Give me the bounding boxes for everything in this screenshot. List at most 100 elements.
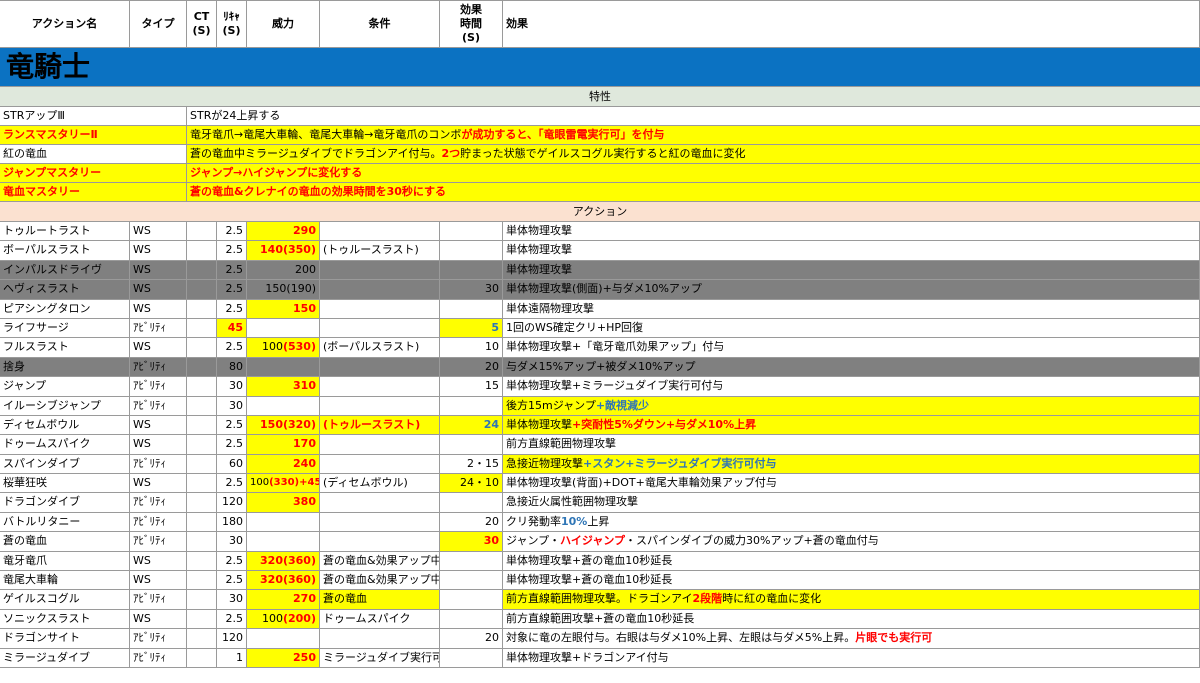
action-duration[interactable] <box>440 648 503 667</box>
action-type[interactable]: WS <box>130 280 187 299</box>
action-type[interactable]: WS <box>130 260 187 280</box>
action-duration[interactable]: 24・10 <box>440 474 503 493</box>
action-recast[interactable]: 60 <box>217 454 247 474</box>
action-recast[interactable]: 2.5 <box>217 280 247 299</box>
action-type[interactable]: WS <box>130 435 187 454</box>
action-recast[interactable]: 80 <box>217 357 247 377</box>
action-duration[interactable] <box>440 493 503 512</box>
action-type[interactable]: WS <box>130 222 187 241</box>
action-potency[interactable]: 290 <box>247 222 320 241</box>
action-name[interactable]: スパインダイブ <box>0 454 130 474</box>
action-ct[interactable] <box>187 454 217 474</box>
action-recast[interactable]: 30 <box>217 590 247 609</box>
action-name[interactable]: ディセムボウル <box>0 415 130 435</box>
action-condition[interactable] <box>320 357 440 377</box>
action-condition[interactable] <box>320 318 440 338</box>
action-effect[interactable]: 単体遠隔物理攻撃 <box>503 299 1200 318</box>
action-name[interactable]: ドラゴンダイブ <box>0 493 130 512</box>
action-condition[interactable] <box>320 260 440 280</box>
action-condition[interactable]: (ボーパルスラスト) <box>320 338 440 357</box>
action-name[interactable]: 竜尾大車輪 <box>0 571 130 590</box>
action-duration[interactable] <box>440 222 503 241</box>
action-potency[interactable] <box>247 396 320 415</box>
action-effect[interactable]: 与ダメ15%アップ+被ダメ10%アップ <box>503 357 1200 377</box>
action-type[interactable]: WS <box>130 474 187 493</box>
action-recast[interactable]: 30 <box>217 532 247 551</box>
action-type[interactable]: ｱﾋﾞﾘﾃｨ <box>130 512 187 532</box>
action-potency[interactable]: 100(530) <box>247 338 320 357</box>
action-effect[interactable]: 急接近物理攻撃+スタン+ミラージュダイブ実行可付与 <box>503 454 1200 474</box>
action-type[interactable]: ｱﾋﾞﾘﾃｨ <box>130 454 187 474</box>
trait-name[interactable]: ジャンプマスタリー <box>0 164 187 182</box>
action-potency[interactable]: 150 <box>247 299 320 318</box>
action-ct[interactable] <box>187 435 217 454</box>
action-name[interactable]: バトルリタニー <box>0 512 130 532</box>
action-potency[interactable] <box>247 512 320 532</box>
header-action-name[interactable]: アクション名 <box>0 1 130 47</box>
action-recast[interactable]: 2.5 <box>217 551 247 571</box>
action-effect[interactable]: 単体物理攻撃+ドラゴンアイ付与 <box>503 648 1200 667</box>
action-recast[interactable]: 2.5 <box>217 299 247 318</box>
action-potency[interactable]: 150(190) <box>247 280 320 299</box>
action-condition[interactable] <box>320 435 440 454</box>
action-type[interactable]: ｱﾋﾞﾘﾃｨ <box>130 377 187 396</box>
action-condition[interactable]: ミラージュダイブ実行可 <box>320 648 440 667</box>
action-effect[interactable]: クリ発動率10%上昇 <box>503 512 1200 532</box>
action-ct[interactable] <box>187 318 217 338</box>
action-condition[interactable] <box>320 222 440 241</box>
action-ct[interactable] <box>187 648 217 667</box>
action-condition[interactable]: 蒼の竜血 <box>320 590 440 609</box>
action-effect[interactable]: 後方15mジャンプ+敵視減少 <box>503 396 1200 415</box>
action-ct[interactable] <box>187 241 217 260</box>
action-duration[interactable]: 24 <box>440 415 503 435</box>
action-potency[interactable]: 100(330)+45 <box>247 474 320 493</box>
action-ct[interactable] <box>187 551 217 571</box>
action-condition[interactable]: (ディセムボウル) <box>320 474 440 493</box>
action-type[interactable]: ｱﾋﾞﾘﾃｨ <box>130 629 187 648</box>
action-name[interactable]: インパルスドライヴ <box>0 260 130 280</box>
header-recast[interactable]: ﾘｷｬ (S) <box>217 1 247 47</box>
action-ct[interactable] <box>187 474 217 493</box>
action-duration[interactable]: 20 <box>440 512 503 532</box>
trait-desc[interactable]: 竜牙竜爪→竜尾大車輪、竜尾大車輪→竜牙竜爪のコンボが成功すると、「竜眼雷電実行可… <box>187 126 1200 144</box>
action-effect[interactable]: 単体物理攻撃+突耐性5%ダウン+与ダメ10%上昇 <box>503 415 1200 435</box>
action-duration[interactable] <box>440 590 503 609</box>
action-potency[interactable]: 240 <box>247 454 320 474</box>
action-ct[interactable] <box>187 280 217 299</box>
action-ct[interactable] <box>187 357 217 377</box>
trait-name[interactable]: STRアップⅢ <box>0 107 187 125</box>
action-type[interactable]: ｱﾋﾞﾘﾃｨ <box>130 493 187 512</box>
action-duration[interactable]: 5 <box>440 318 503 338</box>
action-potency[interactable] <box>247 532 320 551</box>
trait-name[interactable]: 竜血マスタリー <box>0 183 187 201</box>
action-condition[interactable]: (トゥルースラスト) <box>320 241 440 260</box>
action-recast[interactable]: 30 <box>217 396 247 415</box>
action-potency[interactable]: 270 <box>247 590 320 609</box>
action-type[interactable]: ｱﾋﾞﾘﾃｨ <box>130 396 187 415</box>
action-recast[interactable]: 2.5 <box>217 260 247 280</box>
action-recast[interactable]: 2.5 <box>217 609 247 629</box>
action-potency[interactable]: 200 <box>247 260 320 280</box>
action-name[interactable]: 桜華狂咲 <box>0 474 130 493</box>
action-type[interactable]: WS <box>130 338 187 357</box>
action-condition[interactable] <box>320 493 440 512</box>
action-condition[interactable] <box>320 299 440 318</box>
action-effect[interactable]: ジャンプ・ハイジャンプ・スパインダイブの威力30%アップ+蒼の竜血付与 <box>503 532 1200 551</box>
action-name[interactable]: ドゥームスパイク <box>0 435 130 454</box>
action-duration[interactable]: 30 <box>440 280 503 299</box>
action-effect[interactable]: 対象に竜の左眼付与。右眼は与ダメ10%上昇、左眼は与ダメ5%上昇。片眼でも実行可 <box>503 629 1200 648</box>
action-duration[interactable]: 2・15 <box>440 454 503 474</box>
action-condition[interactable] <box>320 629 440 648</box>
header-type[interactable]: タイプ <box>130 1 187 47</box>
trait-desc[interactable]: ジャンプ→ハイジャンプに変化する <box>187 164 1200 182</box>
action-effect[interactable]: 単体物理攻撃 <box>503 260 1200 280</box>
trait-desc[interactable]: 蒼の竜血&クレナイの竜血の効果時間を30秒にする <box>187 183 1200 201</box>
action-condition[interactable] <box>320 454 440 474</box>
action-duration[interactable]: 15 <box>440 377 503 396</box>
action-name[interactable]: ライフサージ <box>0 318 130 338</box>
header-duration[interactable]: 効果 時間 (S) <box>440 1 503 47</box>
action-recast[interactable]: 2.5 <box>217 435 247 454</box>
action-type[interactable]: WS <box>130 571 187 590</box>
action-type[interactable]: ｱﾋﾞﾘﾃｨ <box>130 648 187 667</box>
action-potency[interactable]: 100(200) <box>247 609 320 629</box>
